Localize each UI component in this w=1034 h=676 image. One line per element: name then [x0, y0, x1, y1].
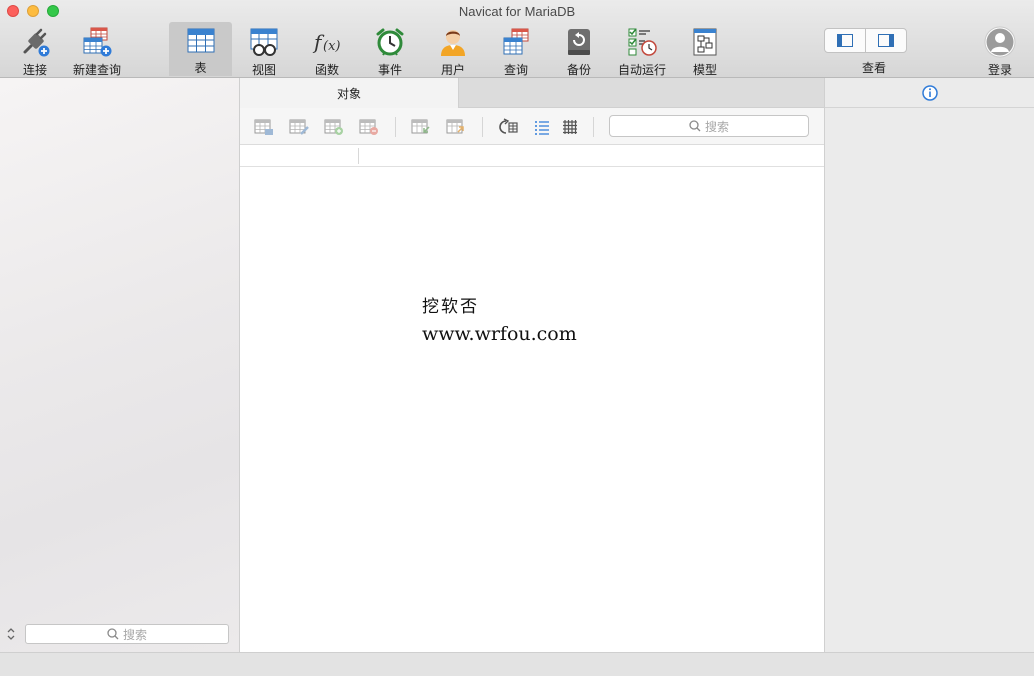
delete-table-icon [359, 119, 378, 135]
toolbar-query-button[interactable]: 查询 [492, 22, 540, 77]
object-list-header [240, 145, 824, 167]
toolbar-view-button[interactable]: 视图 [240, 22, 288, 77]
title-toolbar: Navicat for MariaDB 连接 新建查询 表 视图 f (x) 函… [0, 0, 1034, 78]
avatar-icon [984, 26, 1016, 58]
object-toolbar: 搜索 [240, 108, 824, 145]
search-icon [107, 628, 119, 640]
backup-icon [563, 26, 595, 58]
function-icon: f (x) [311, 26, 343, 58]
toolbar-user-label: 用户 [440, 63, 465, 77]
plug-icon [19, 26, 51, 58]
user-icon [437, 26, 469, 58]
sort-icon[interactable] [6, 627, 16, 644]
toolbar-table-label: 表 [194, 61, 207, 75]
toolbar-separator [482, 117, 483, 137]
toolbar-schedule-label: 自动运行 [617, 63, 666, 77]
toolbar-model-button[interactable]: 模型 [681, 22, 729, 77]
toolbar-new-query-label: 新建查询 [72, 63, 121, 77]
watermark: 挖软否 www.wrfou.com [422, 292, 577, 345]
sidebar-search-row: 搜索 [0, 624, 240, 646]
toolbar-event-button[interactable]: 事件 [366, 22, 414, 77]
left-panel-icon [837, 34, 853, 47]
toolbar-connect-label: 连接 [22, 63, 47, 77]
toggle-right-panel-button[interactable] [866, 29, 906, 52]
import-icon [411, 119, 430, 134]
grid-view-button[interactable] [559, 117, 581, 137]
new-table-button[interactable] [323, 117, 345, 137]
new-query-icon [81, 26, 113, 58]
window-title: Navicat for MariaDB [458, 4, 576, 19]
detail-view-button[interactable] [498, 117, 520, 137]
toolbar-login-label: 登录 [987, 63, 1012, 77]
watermark-url: www.wrfou.com [422, 323, 577, 345]
toolbar-user-button[interactable]: 用户 [429, 22, 477, 77]
design-table-icon [289, 119, 309, 135]
tab-objects[interactable]: 对象 [240, 78, 459, 108]
search-icon [689, 120, 701, 132]
toolbar-view-label: 视图 [251, 63, 276, 77]
toolbar-backup-label: 备份 [566, 63, 591, 77]
toolbar-login-button[interactable]: 登录 [976, 22, 1024, 77]
connection-sidebar: 搜索 [0, 78, 240, 652]
sidebar-search-placeholder: 搜索 [122, 627, 147, 642]
list-view-button[interactable] [531, 117, 553, 137]
alarm-clock-icon [374, 26, 406, 58]
list-icon [535, 121, 549, 135]
schedule-icon [626, 26, 658, 58]
view-toggle [824, 28, 907, 53]
open-table-button[interactable] [253, 117, 275, 137]
object-search-input[interactable]: 搜索 [609, 115, 809, 137]
toolbar-model-label: 模型 [692, 63, 717, 77]
info-panel-header [825, 78, 1034, 108]
grid-icon [563, 120, 577, 134]
toolbar-backup-button[interactable]: 备份 [555, 22, 603, 77]
watermark-text: 挖软否 [422, 297, 479, 317]
right-panel-icon [878, 34, 894, 47]
refresh-icon [499, 118, 518, 134]
toolbar-function-button[interactable]: f (x) 函数 [303, 22, 351, 77]
column-divider[interactable] [358, 148, 359, 164]
open-table-icon [254, 119, 273, 135]
view-label: 查看 [861, 61, 886, 75]
toggle-left-panel-button[interactable] [825, 29, 866, 52]
tab-bar: 对象 [240, 78, 824, 108]
design-table-button[interactable] [288, 117, 310, 137]
toolbar-table-button[interactable]: 表 [169, 22, 232, 76]
export-wizard-button[interactable] [445, 117, 467, 137]
sidebar-search-input[interactable]: 搜索 [25, 624, 229, 644]
toolbar-event-label: 事件 [377, 63, 402, 77]
toolbar-connect-button[interactable]: 连接 [10, 22, 60, 77]
query-icon [500, 26, 532, 58]
info-panel [824, 78, 1034, 652]
toolbar-separator [395, 117, 396, 137]
object-panel: 对象 搜索 挖软否 www.wrfou.com [240, 78, 824, 652]
toolbar-query-label: 查询 [503, 63, 528, 77]
info-icon[interactable] [922, 84, 938, 101]
view-icon [248, 26, 280, 58]
delete-table-button[interactable] [358, 117, 380, 137]
model-icon [689, 26, 721, 58]
object-search-placeholder: 搜索 [704, 119, 729, 134]
import-wizard-button[interactable] [410, 117, 432, 137]
new-table-icon [324, 119, 343, 135]
svg-text:(x): (x) [323, 39, 340, 54]
toolbar-function-label: 函数 [314, 63, 339, 77]
status-bar [0, 652, 1034, 676]
toolbar-schedule-button[interactable]: 自动运行 [614, 22, 670, 77]
toolbar-new-query-button[interactable]: 新建查询 [70, 22, 124, 77]
export-icon [446, 119, 464, 134]
table-icon [185, 26, 217, 56]
toolbar-separator [593, 117, 594, 137]
